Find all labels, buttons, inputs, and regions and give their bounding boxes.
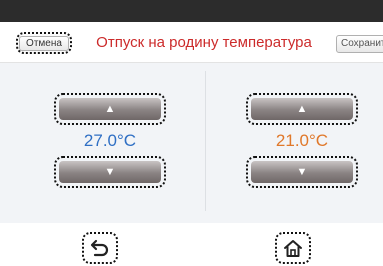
back-arrow-icon [90, 239, 109, 257]
right-decrease-button[interactable]: ▼ [246, 156, 358, 188]
cancel-button[interactable]: Отмена [16, 32, 72, 54]
page-title: Отпуск на родину температура [96, 34, 312, 51]
home-icon [284, 240, 302, 257]
cancel-button-label: Отмена [19, 35, 69, 51]
left-decrease-button[interactable]: ▼ [54, 156, 166, 188]
status-bar [0, 0, 383, 22]
triangle-down-icon: ▼ [296, 166, 308, 178]
home-button[interactable] [275, 232, 311, 264]
right-temperature-control: ▲ 21.0°C ▼ [246, 93, 358, 191]
triangle-down-icon: ▼ [104, 166, 116, 178]
right-increase-button[interactable]: ▲ [246, 93, 358, 125]
header: Отмена Отпуск на родину температура Сохр… [0, 22, 383, 63]
panel-divider [205, 71, 206, 211]
temperature-panel: ▲ 27.0°C ▼ ▲ 21.0°C ▼ [0, 63, 383, 223]
triangle-up-icon: ▲ [296, 103, 308, 115]
triangle-up-icon: ▲ [104, 103, 116, 115]
back-button[interactable] [82, 232, 118, 264]
right-temperature-value: 21.0°C [275, 131, 329, 150]
save-button[interactable]: Сохранить [336, 35, 383, 53]
left-temperature-control: ▲ 27.0°C ▼ [54, 93, 166, 191]
left-temperature-value: 27.0°C [83, 131, 137, 150]
left-increase-button[interactable]: ▲ [54, 93, 166, 125]
